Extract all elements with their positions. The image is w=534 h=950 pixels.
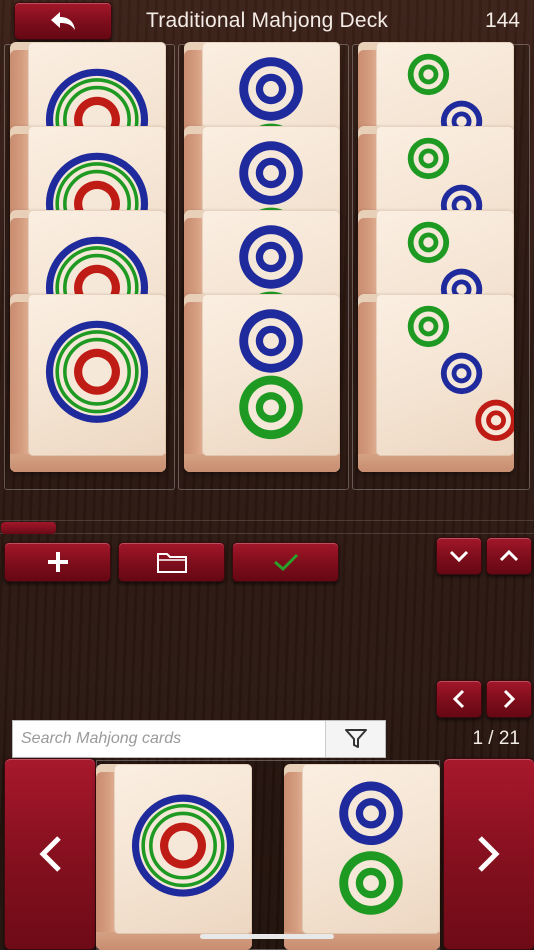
chevron-right-icon bbox=[478, 836, 500, 872]
prev-page-button[interactable] bbox=[436, 680, 482, 718]
open-folder-button[interactable] bbox=[118, 542, 225, 582]
tile-face bbox=[302, 764, 440, 934]
one-circle-icon bbox=[131, 794, 235, 897]
deck-tile-three-circles[interactable] bbox=[358, 294, 514, 472]
tile-face bbox=[202, 294, 340, 456]
browse-next-button[interactable] bbox=[443, 758, 534, 950]
undo-arrow-icon bbox=[51, 12, 75, 30]
tile-bottom bbox=[358, 454, 514, 472]
tile-side bbox=[10, 302, 30, 472]
three-circles-icon bbox=[407, 305, 514, 442]
chevron-left-icon bbox=[452, 689, 465, 709]
checkmark-icon bbox=[273, 553, 298, 572]
scrollbar-thumb[interactable] bbox=[1, 522, 56, 534]
tile-face bbox=[376, 294, 514, 456]
chevron-right-icon bbox=[503, 689, 516, 709]
home-indicator bbox=[200, 934, 334, 939]
search-bar bbox=[12, 720, 386, 758]
expand-button[interactable] bbox=[486, 537, 532, 575]
tile-bottom bbox=[184, 454, 340, 472]
deck-scrollbar[interactable] bbox=[0, 520, 534, 534]
chevron-up-icon bbox=[499, 549, 519, 562]
tile-side bbox=[96, 772, 116, 950]
two-circles-icon bbox=[339, 781, 403, 915]
browse-tile-one-circle[interactable] bbox=[96, 764, 252, 950]
next-page-button[interactable] bbox=[486, 680, 532, 718]
add-button[interactable] bbox=[4, 542, 111, 582]
two-circles-icon bbox=[239, 309, 303, 440]
chevron-left-icon bbox=[39, 836, 61, 872]
tile-face bbox=[114, 764, 252, 934]
deck-tile-two-circles[interactable] bbox=[184, 294, 340, 472]
page-indicator: 1 / 21 bbox=[472, 728, 520, 749]
chevron-down-icon bbox=[449, 550, 469, 563]
tile-side bbox=[184, 302, 204, 472]
confirm-button[interactable] bbox=[232, 542, 339, 582]
tile-bottom bbox=[10, 454, 166, 472]
collapse-button[interactable] bbox=[436, 537, 482, 575]
browse-prev-button[interactable] bbox=[4, 758, 96, 950]
folder-icon bbox=[156, 553, 187, 573]
filter-icon bbox=[344, 729, 367, 748]
browse-tile-two-circles[interactable] bbox=[284, 764, 440, 950]
plus-icon bbox=[47, 552, 68, 572]
one-circle-icon bbox=[45, 320, 149, 423]
search-input[interactable] bbox=[13, 721, 325, 757]
tile-face bbox=[28, 294, 166, 456]
back-button[interactable] bbox=[14, 2, 112, 40]
tile-side bbox=[358, 302, 378, 472]
filter-button[interactable] bbox=[325, 721, 385, 757]
card-count: 144 bbox=[484, 9, 520, 32]
deck-title: Traditional Mahjong Deck bbox=[146, 9, 389, 32]
tile-side bbox=[284, 772, 304, 950]
deck-tile-one-circle[interactable] bbox=[10, 294, 166, 472]
